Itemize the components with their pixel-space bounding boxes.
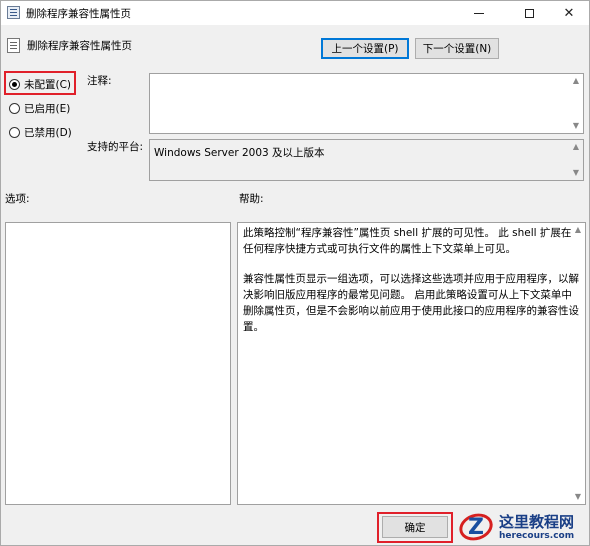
ok-button[interactable]: 确定	[382, 516, 448, 538]
watermark-name: 这里教程网	[499, 512, 575, 531]
watermark-logo-icon: Z	[455, 508, 497, 545]
title-bar[interactable]: 删除程序兼容性属性页 ✕	[1, 1, 589, 25]
close-button[interactable]: ✕	[551, 1, 587, 25]
help-label: 帮助:	[239, 193, 264, 205]
radio-label: 已禁用(D)	[24, 127, 72, 139]
help-paragraph: 兼容性属性页显示一组选项，可以选择这些选项并应用于应用程序，以解决影响旧版应用程…	[243, 273, 579, 333]
options-label: 选项:	[5, 193, 30, 205]
next-setting-button[interactable]: 下一个设置(N)	[415, 38, 499, 59]
radio-checked-icon[interactable]	[9, 79, 20, 90]
maximize-button[interactable]	[511, 1, 547, 25]
platform-value: Windows Server 2003 及以上版本	[154, 147, 325, 159]
policy-icon	[7, 6, 20, 19]
window-title: 删除程序兼容性属性页	[26, 8, 131, 20]
watermark-url: herecours.com	[499, 530, 575, 541]
radio-enabled[interactable]: 已启用(E)	[9, 101, 70, 116]
scroll-down-icon[interactable]: ▼	[574, 493, 582, 501]
platform-field: Windows Server 2003 及以上版本 ▲ ▼	[149, 139, 584, 181]
close-icon: ✕	[563, 5, 575, 21]
radio-unchecked-icon[interactable]	[9, 127, 20, 138]
maximize-icon	[524, 8, 534, 18]
radio-label: 已启用(E)	[24, 103, 71, 115]
help-paragraph: 此策略控制“程序兼容性”属性页 shell 扩展的可见性。 此 shell 扩展…	[243, 227, 572, 255]
comment-label: 注释:	[87, 75, 112, 87]
setting-icon	[7, 38, 20, 53]
scroll-down-icon[interactable]: ▼	[572, 122, 580, 130]
scroll-down-icon[interactable]: ▼	[572, 169, 580, 177]
minimize-button[interactable]	[461, 1, 497, 25]
setting-title: 删除程序兼容性属性页	[27, 40, 132, 52]
platform-label: 支持的平台:	[87, 141, 144, 153]
scroll-up-icon[interactable]: ▲	[572, 77, 580, 85]
previous-setting-button[interactable]: 上一个设置(P)	[321, 38, 409, 59]
radio-disabled[interactable]: 已禁用(D)	[9, 125, 72, 140]
watermark: Z 这里教程网 herecours.com	[455, 506, 590, 546]
comment-textarea[interactable]: ▲ ▼	[149, 73, 584, 134]
radio-unchecked-icon[interactable]	[9, 103, 20, 114]
radio-label: 未配置(C)	[24, 79, 72, 91]
scroll-up-icon[interactable]: ▲	[574, 226, 582, 234]
minimize-icon	[474, 12, 484, 14]
radio-not-configured[interactable]: 未配置(C)	[9, 77, 71, 92]
help-panel[interactable]: 此策略控制“程序兼容性”属性页 shell 扩展的可见性。 此 shell 扩展…	[237, 222, 586, 505]
options-panel	[5, 222, 231, 505]
scroll-up-icon[interactable]: ▲	[572, 143, 580, 151]
policy-dialog: 删除程序兼容性属性页 ✕ 删除程序兼容性属性页 上一个设置(P) 下一个设置(N…	[0, 0, 590, 546]
